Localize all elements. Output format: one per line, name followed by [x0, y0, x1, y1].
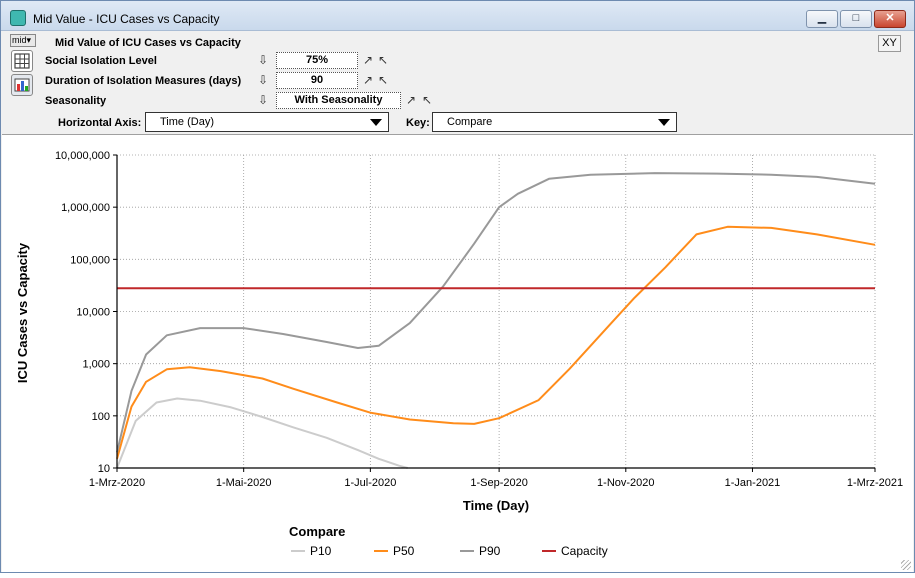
x-tick-label: 1-Jan-2021 [725, 477, 781, 489]
table-view-button[interactable] [11, 50, 33, 72]
series-line-p90[interactable] [116, 172, 876, 453]
grid [117, 154, 876, 468]
mode-dropdown[interactable]: mid▾ [10, 34, 36, 47]
maximize-button[interactable]: □ [840, 10, 872, 28]
series-layer [116, 172, 876, 469]
input-label-isolation-level: Social Isolation Level [45, 55, 157, 67]
plot-area: 10 100 1,000 10,000 100,000 1,000,000 10,000,0… [2, 134, 913, 572]
key-label: Key: [406, 117, 430, 129]
key-dropdown[interactable]: Compare [432, 112, 677, 132]
y-axis-label: ICU Cases vs Capacity [15, 242, 30, 383]
chart-icon [14, 78, 30, 92]
y-tick-label: 1,000 [82, 359, 110, 371]
legend-label-p50: P50 [393, 544, 415, 558]
line-chart[interactable]: 10 100 1,000 10,000 100,000 1,000,000 10,000,0… [2, 135, 913, 573]
input-label-duration: Duration of Isolation Measures (days) [45, 75, 242, 87]
chevron-down-icon [658, 119, 670, 126]
duration-field[interactable]: 90 [276, 72, 358, 89]
axes: 10 100 1,000 10,000 100,000 1,000,000 10,000,0… [55, 150, 903, 489]
y-tick-label: 100 [92, 411, 110, 423]
mode-label: mid [12, 35, 27, 45]
minimize-button[interactable]: ▁ [806, 10, 838, 28]
legend-label-p90: P90 [479, 544, 501, 558]
x-tick-label: 1-Sep-2020 [470, 477, 528, 489]
x-axis-label: Time (Day) [463, 498, 529, 513]
horizontal-axis-dropdown[interactable]: Time (Day) [145, 112, 389, 132]
y-tick-label: 10,000 [76, 307, 110, 319]
seasonality-field[interactable]: With Seasonality [276, 92, 401, 109]
series-line-p50[interactable] [116, 225, 876, 460]
step-down-icon[interactable]: ⇩ [258, 93, 268, 107]
open-inputs-icon[interactable]: ↖ [422, 93, 432, 107]
input-label-seasonality: Seasonality [45, 95, 107, 107]
step-down-icon[interactable]: ⇩ [258, 53, 268, 67]
open-definition-icon[interactable]: ↗ [363, 53, 373, 67]
y-tick-label: 10 [98, 463, 110, 475]
window-title: Mid Value - ICU Cases vs Capacity [33, 12, 220, 26]
x-tick-label: 1-Nov-2020 [597, 477, 654, 489]
app-window: Mid Value - ICU Cases vs Capacity ▁ □ ✕ … [0, 0, 915, 573]
panel-heading: Mid Value of ICU Cases vs Capacity [55, 37, 241, 49]
horizontal-axis-value: Time (Day) [160, 116, 214, 128]
legend-title: Compare [289, 524, 345, 539]
step-down-icon[interactable]: ⇩ [258, 73, 268, 87]
resize-grip[interactable] [901, 560, 911, 570]
series-line-p10[interactable] [116, 397, 408, 469]
x-tick-label: 1-Jul-2020 [344, 477, 396, 489]
legend-label-capacity: Capacity [561, 544, 608, 558]
title-bar[interactable]: Mid Value - ICU Cases vs Capacity ▁ □ ✕ [1, 1, 914, 31]
x-tick-label: 1-Mrz-2020 [89, 477, 145, 489]
open-inputs-icon[interactable]: ↖ [378, 73, 388, 87]
xy-button[interactable]: XY [878, 35, 901, 52]
open-definition-icon[interactable]: ↗ [363, 73, 373, 87]
chevron-down-icon [370, 119, 382, 126]
open-inputs-icon[interactable]: ↖ [378, 53, 388, 67]
x-tick-label: 1-Mai-2020 [216, 477, 272, 489]
isolation-level-field[interactable]: 75% [276, 52, 358, 69]
key-value: Compare [447, 116, 493, 128]
legend-label-p10: P10 [310, 544, 332, 558]
legend[interactable]: P10 P50 P90 Capacity [291, 544, 608, 558]
x-tick-label: 1-Mrz-2021 [847, 477, 903, 489]
control-panel: mid▾ Mid Value of ICU Cases vs Capacity … [1, 32, 914, 134]
y-tick-label: 100,000 [70, 254, 110, 266]
grid-icon [14, 53, 30, 69]
horizontal-axis-label: Horizontal Axis: [58, 117, 142, 129]
graph-view-button[interactable] [11, 74, 33, 96]
y-tick-label: 1,000,000 [61, 202, 110, 214]
open-definition-icon[interactable]: ↗ [406, 93, 416, 107]
close-button[interactable]: ✕ [874, 10, 906, 28]
y-tick-label: 10,000,000 [55, 150, 110, 162]
model-icon [10, 10, 26, 26]
